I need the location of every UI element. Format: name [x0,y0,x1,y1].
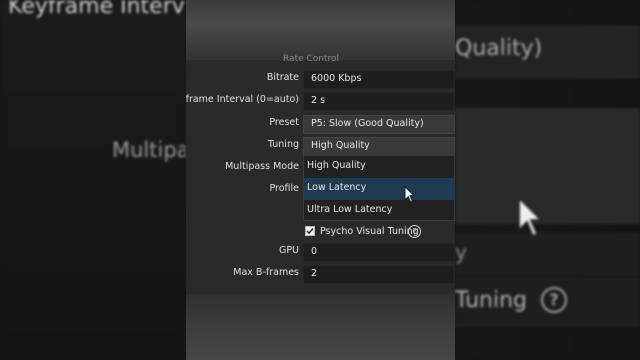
keyframe-label: Keyframe Interval (0=auto) [186,94,299,105]
top-blur-overlay [186,0,455,60]
max-bframes-label: Max B-frames [233,267,299,278]
background-multipass-label: Multipass [112,138,186,162]
tuning-option-high-quality[interactable]: High Quality [304,156,455,178]
rate-control-label: Rate Control [283,54,340,62]
encoder-settings-panel: Rate Control Bitrate 6000 Kbps Keyframe … [186,0,455,360]
max-bframes-input[interactable]: 2 [303,265,455,284]
bitrate-value: 6000 Kbps [311,73,362,84]
background-tuning-text: Tuning [455,288,528,313]
background-quality-text: Quality) [455,36,543,61]
option-label: Ultra Low Latency [307,204,393,215]
preset-row: Preset P5: Slow (Good Quality) [186,115,455,135]
tuning-label: Tuning [267,139,299,150]
keyframe-input[interactable]: 2 s [303,92,455,111]
background-dropdown-area [455,108,640,224]
background-left-panel: Keyframe Interval Multipass [0,0,186,360]
tuning-value: High Quality [311,140,370,151]
tuning-dropdown-list: High Quality Low Latency Ultra Low Laten… [303,155,455,221]
max-bframes-row: Max B-frames 2 [186,265,455,285]
preset-select[interactable]: P5: Slow (Good Quality) [303,115,455,134]
preset-value: P5: Slow (Good Quality) [311,118,424,129]
help-icon[interactable]: ? [408,225,421,238]
multipass-label: Multipass Mode [225,161,299,172]
option-label: Low Latency [307,182,367,193]
max-bframes-value: 2 [311,268,318,279]
background-help-icon: ? [541,287,567,313]
gpu-input[interactable]: 0 [303,243,455,262]
tuning-select[interactable]: High Quality [303,137,455,156]
option-label: High Quality [307,160,366,171]
bitrate-row: Bitrate 6000 Kbps [186,70,455,90]
gpu-row: GPU 0 [186,243,455,263]
gpu-label: GPU [278,245,299,256]
preset-label: Preset [269,117,299,128]
tuning-row: Tuning High Quality [186,137,455,157]
bitrate-label: Bitrate [266,72,299,83]
psycho-visual-row: Psycho Visual Tuning ? [303,223,455,241]
keyframe-row: Keyframe Interval (0=auto) 2 s [186,92,455,112]
bottom-blur-overlay [186,294,455,360]
background-right-panel: Quality) y Tuning ? [455,0,640,360]
background-field [455,232,640,276]
profile-label: Profile [269,183,299,194]
bitrate-input[interactable]: 6000 Kbps [303,70,455,89]
tuning-option-low-latency[interactable]: Low Latency [304,178,455,200]
tuning-option-ultra-low-latency[interactable]: Ultra Low Latency [304,200,455,222]
psycho-visual-label: Psycho Visual Tuning [320,226,419,237]
mouse-cursor-icon [404,185,415,207]
background-cursor-icon [517,195,544,242]
psycho-visual-checkbox[interactable] [305,226,315,236]
background-bracket: y [455,240,467,264]
background-keyframe-title: Keyframe Interval [8,0,186,19]
gpu-value: 0 [311,246,318,257]
keyframe-value: 2 s [311,95,326,106]
